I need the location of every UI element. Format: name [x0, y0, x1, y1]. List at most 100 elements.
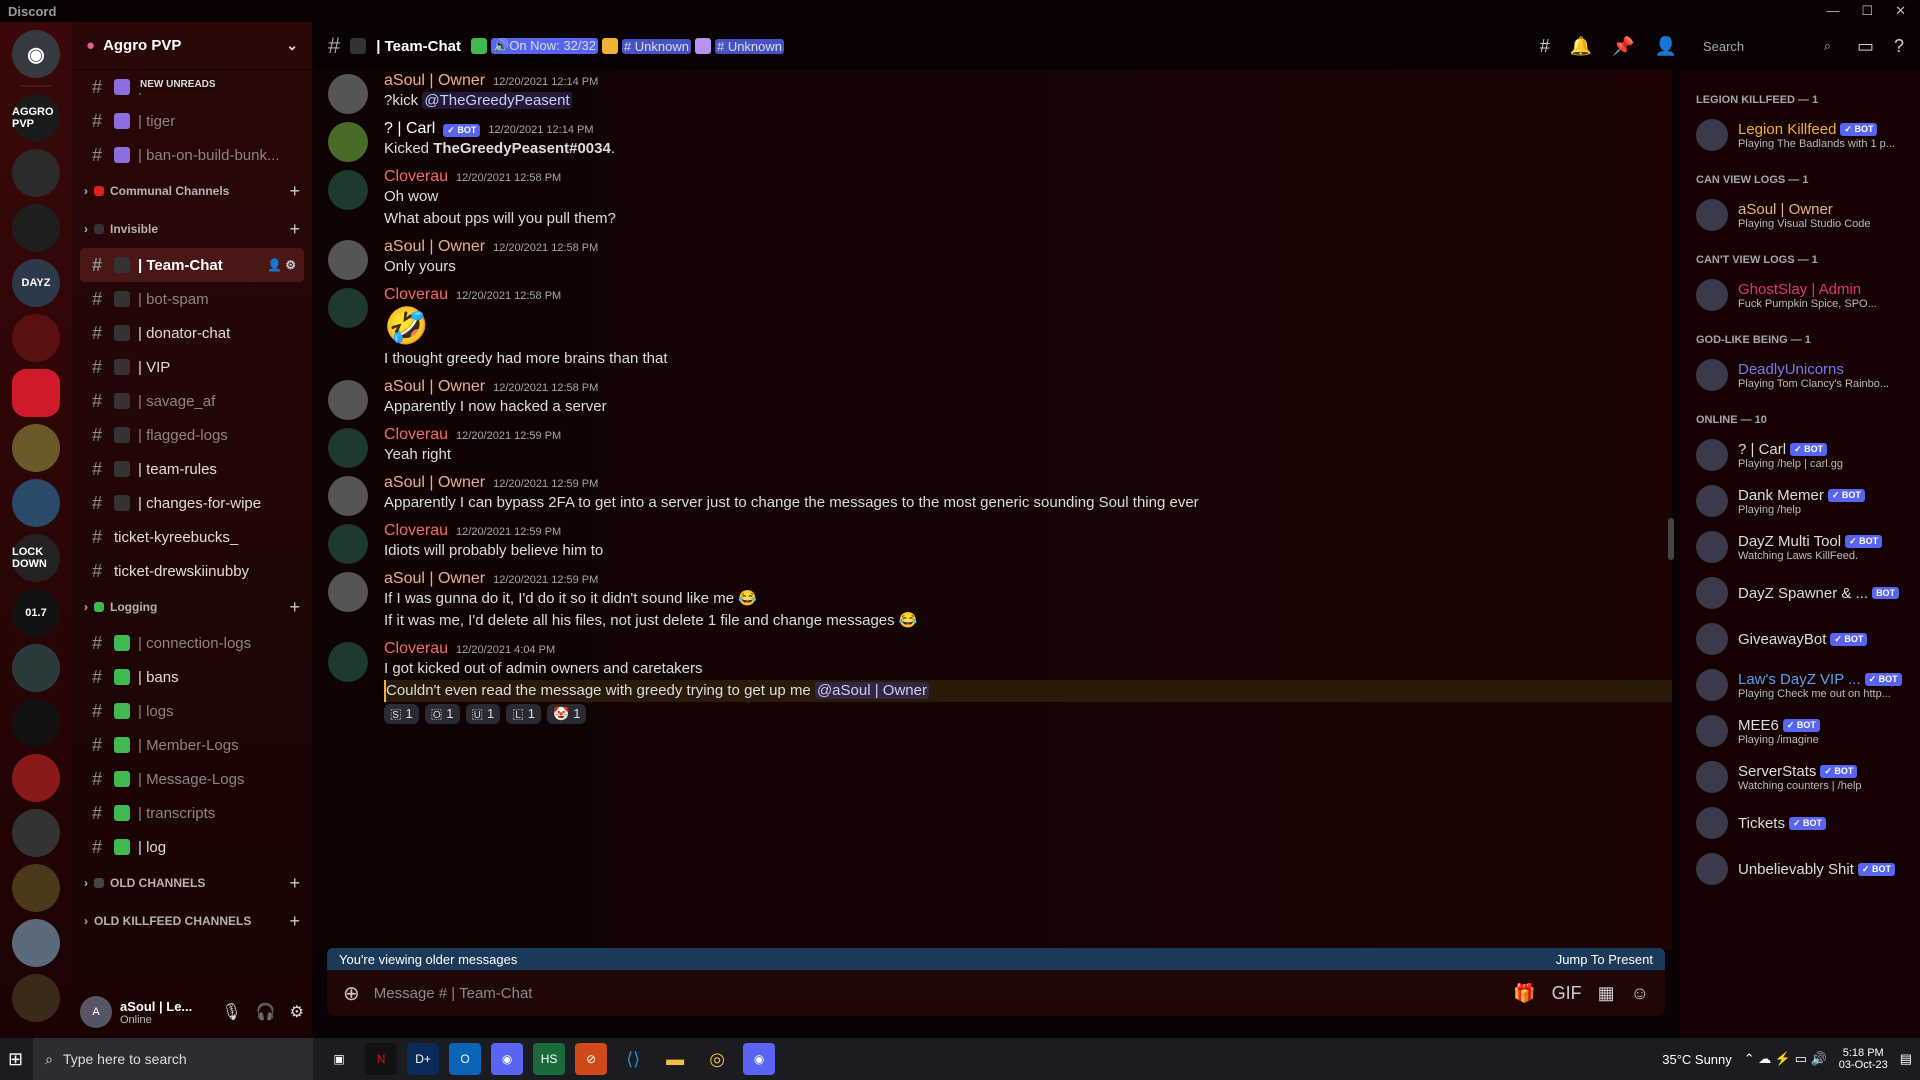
user-mention[interactable]: @TheGreedyPeasent: [422, 92, 572, 109]
member-item[interactable]: DayZ Spawner & ... BOT: [1688, 570, 1912, 616]
member-item[interactable]: Legion Killfeed ✓ BOT Playing The Badlands…: [1688, 112, 1912, 158]
message-author[interactable]: Cloverau: [384, 640, 448, 658]
scrollbar-thumb[interactable]: [1668, 518, 1674, 560]
server-icon[interactable]: LOCK DOWN: [12, 534, 60, 582]
close-icon[interactable]: ✕: [1895, 3, 1906, 19]
add-channel-icon[interactable]: +: [289, 219, 300, 240]
message-author[interactable]: aSoul | Owner: [384, 238, 485, 256]
server-icon[interactable]: [12, 974, 60, 1022]
member-item[interactable]: Tickets ✓ BOT: [1688, 800, 1912, 846]
avatar[interactable]: [328, 170, 368, 210]
server-icon[interactable]: [12, 424, 60, 472]
channel-item[interactable]: # | bans: [80, 660, 304, 694]
help-icon[interactable]: ?: [1894, 36, 1904, 57]
server-icon[interactable]: 01.7: [12, 589, 60, 637]
add-channel-icon[interactable]: +: [289, 911, 300, 932]
clock[interactable]: 5:18 PM 03-Oct-23: [1839, 1047, 1888, 1071]
member-item[interactable]: GiveawayBot ✓ BOT: [1688, 616, 1912, 662]
channel-item[interactable]: # | changes-for-wipe: [80, 486, 304, 520]
add-channel-icon[interactable]: +: [289, 873, 300, 894]
message-input[interactable]: Message # | Team-Chat: [374, 985, 533, 1002]
channel-item[interactable]: # | ban-on-build-bunk...: [80, 138, 304, 172]
server-header[interactable]: ● Aggro PVP ⌄: [72, 22, 312, 70]
message-author[interactable]: Cloverau: [384, 522, 448, 540]
search-input[interactable]: Search ⌕: [1696, 33, 1837, 59]
microphone-icon[interactable]: 🎙: [221, 1002, 241, 1022]
member-item[interactable]: aSoul | Owner Playing Visual Studio Code: [1688, 192, 1912, 238]
member-item[interactable]: Unbelievably Shit ✓ BOT: [1688, 846, 1912, 892]
add-channel-icon[interactable]: +: [289, 181, 300, 202]
avatar[interactable]: [328, 288, 368, 328]
server-icon[interactable]: [12, 479, 60, 527]
avatar[interactable]: [328, 476, 368, 516]
taskbar-search[interactable]: ⌕ Type here to search: [33, 1038, 314, 1080]
reaction[interactable]: 🇺 1: [465, 704, 501, 724]
message-author[interactable]: aSoul | Owner: [384, 378, 485, 396]
topic-unknown-2[interactable]: # Unknown: [714, 38, 785, 54]
avatar[interactable]: [328, 380, 368, 420]
gear-icon[interactable]: ⚙: [290, 1002, 304, 1022]
member-item[interactable]: MEE6 ✓ BOT Playing /imagine: [1688, 708, 1912, 754]
discord-app-icon[interactable]: ◉: [491, 1043, 524, 1075]
channel-item[interactable]: # ticket-drewskiinubby: [80, 554, 304, 588]
server-icon[interactable]: [12, 864, 60, 912]
headphones-icon[interactable]: 🎧: [256, 1002, 276, 1022]
notification-icon[interactable]: ▤: [1900, 1051, 1912, 1067]
bell-icon[interactable]: 🔔: [1570, 36, 1592, 57]
message-author[interactable]: aSoul | Owner: [384, 72, 485, 90]
reaction[interactable]: 🤡 1: [547, 704, 587, 724]
channel-item[interactable]: # | connection-logs: [80, 626, 304, 660]
channel-item[interactable]: # | Member-Logs: [80, 728, 304, 762]
members-icon[interactable]: 👤: [1655, 36, 1677, 57]
server-icon[interactable]: DAYZ: [12, 259, 60, 307]
channel-item[interactable]: # | logs: [80, 694, 304, 728]
category-header[interactable]: › Communal Channels +: [80, 172, 304, 210]
disney-icon[interactable]: D+: [407, 1043, 440, 1075]
avatar[interactable]: [328, 240, 368, 280]
member-item[interactable]: Law's DayZ VIP ... ✓ BOT Playing Check me …: [1688, 662, 1912, 708]
channel-item[interactable]: # | Team-Chat 👤 ⚙: [80, 248, 304, 282]
message-author[interactable]: aSoul | Owner: [384, 474, 485, 492]
category-header[interactable]: › OLD CHANNELS +: [80, 864, 304, 902]
discord-active-icon[interactable]: ◉: [743, 1043, 776, 1075]
pin-icon[interactable]: 📌: [1612, 36, 1634, 57]
app-icon[interactable]: ⊘: [575, 1043, 608, 1075]
message-author[interactable]: Cloverau: [384, 286, 448, 304]
emoji-icon[interactable]: ☺: [1631, 983, 1649, 1004]
server-icon[interactable]: AGGRO PVP: [12, 94, 60, 142]
jump-to-present-button[interactable]: Jump To Present: [1556, 952, 1653, 967]
server-icon[interactable]: [12, 754, 60, 802]
inbox-icon[interactable]: ▭: [1857, 36, 1874, 57]
channel-settings-icons[interactable]: 👤 ⚙: [267, 258, 296, 272]
member-item[interactable]: DayZ Multi Tool ✓ BOT Watching Laws KillFe…: [1688, 524, 1912, 570]
windows-start-icon[interactable]: ⊞: [8, 1049, 23, 1070]
member-item[interactable]: ? | Carl ✓ BOT Playing /help | carl.gg: [1688, 432, 1912, 478]
discord-home-icon[interactable]: ◉: [12, 30, 60, 78]
topic-unknown-1[interactable]: # Unknown: [621, 38, 691, 54]
member-item[interactable]: GhostSlay | Admin Fuck Pumpkin Spice, SPO…: [1688, 272, 1912, 318]
gif-icon[interactable]: GIF: [1552, 983, 1582, 1004]
channel-item[interactable]: # | flagged-logs: [80, 418, 304, 452]
hs-app-icon[interactable]: HS: [533, 1043, 566, 1075]
reaction[interactable]: 🇸 1: [384, 704, 419, 724]
member-item[interactable]: ServerStats ✓ BOT Watching counters | /hel…: [1688, 754, 1912, 800]
avatar[interactable]: [328, 428, 368, 468]
server-icon[interactable]: [12, 369, 60, 417]
member-item[interactable]: Dank Memer ✓ BOT Playing /help: [1688, 478, 1912, 524]
channel-item[interactable]: # | savage_af: [80, 384, 304, 418]
maximize-icon[interactable]: ☐: [1861, 3, 1873, 19]
sticker-icon[interactable]: ▦: [1598, 983, 1615, 1004]
tray-icons[interactable]: ⌃ ☁ ⚡ ▭ 🔊: [1744, 1051, 1827, 1067]
server-icon[interactable]: [12, 919, 60, 967]
message-author[interactable]: Cloverau: [384, 168, 448, 186]
avatar[interactable]: [328, 642, 368, 682]
server-icon[interactable]: [12, 204, 60, 252]
channel-item[interactable]: # | bot-spam: [80, 282, 304, 316]
message-author[interactable]: Cloverau: [384, 426, 448, 444]
avatar[interactable]: [328, 122, 368, 162]
chevron-down-icon[interactable]: ⌄: [286, 37, 298, 54]
user-mention[interactable]: @aSoul | Owner: [814, 682, 929, 699]
task-view-icon[interactable]: ▣: [323, 1043, 355, 1075]
channel-item[interactable]: # | donator-chat: [80, 316, 304, 350]
outlook-icon[interactable]: O: [449, 1043, 482, 1075]
